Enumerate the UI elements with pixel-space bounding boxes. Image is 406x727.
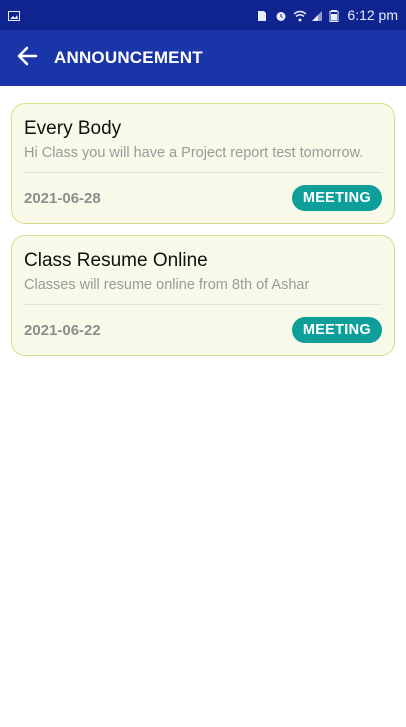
announcement-card[interactable]: Every Body Hi Class you will have a Proj… [11, 103, 395, 224]
app-bar: ANNOUNCEMENT [0, 30, 406, 86]
tag-badge: MEETING [291, 317, 382, 343]
signal-icon [311, 9, 323, 21]
status-time: 6:12 pm [347, 7, 398, 23]
card-footer: 2021-06-28 MEETING [24, 185, 382, 211]
status-right: 6:12 pm [257, 7, 398, 23]
wifi-icon [293, 9, 307, 22]
arrow-left-icon [16, 45, 38, 72]
status-left [8, 9, 20, 21]
back-button[interactable] [14, 45, 40, 71]
announcement-card[interactable]: Class Resume Online Classes will resume … [11, 235, 395, 356]
status-bar: 6:12 pm [0, 0, 406, 30]
divider [24, 304, 382, 305]
announcement-description: Classes will resume online from 8th of A… [24, 277, 310, 293]
divider [24, 172, 382, 173]
announcement-description: Hi Class you will have a Project report … [24, 145, 364, 161]
announcement-title: Class Resume Online [24, 250, 208, 271]
announcement-date: 2021-06-22 [24, 321, 101, 339]
battery-icon [329, 9, 341, 22]
page-title: ANNOUNCEMENT [54, 48, 203, 67]
card-footer: 2021-06-22 MEETING [24, 317, 382, 343]
announcement-date: 2021-06-28 [24, 189, 101, 207]
alarm-icon [275, 9, 287, 21]
tag-badge: MEETING [291, 185, 382, 211]
announcement-title: Every Body [24, 118, 122, 139]
announcement-list: Every Body Hi Class you will have a Proj… [0, 86, 406, 384]
sim-icon [257, 9, 269, 21]
image-icon [8, 9, 20, 21]
